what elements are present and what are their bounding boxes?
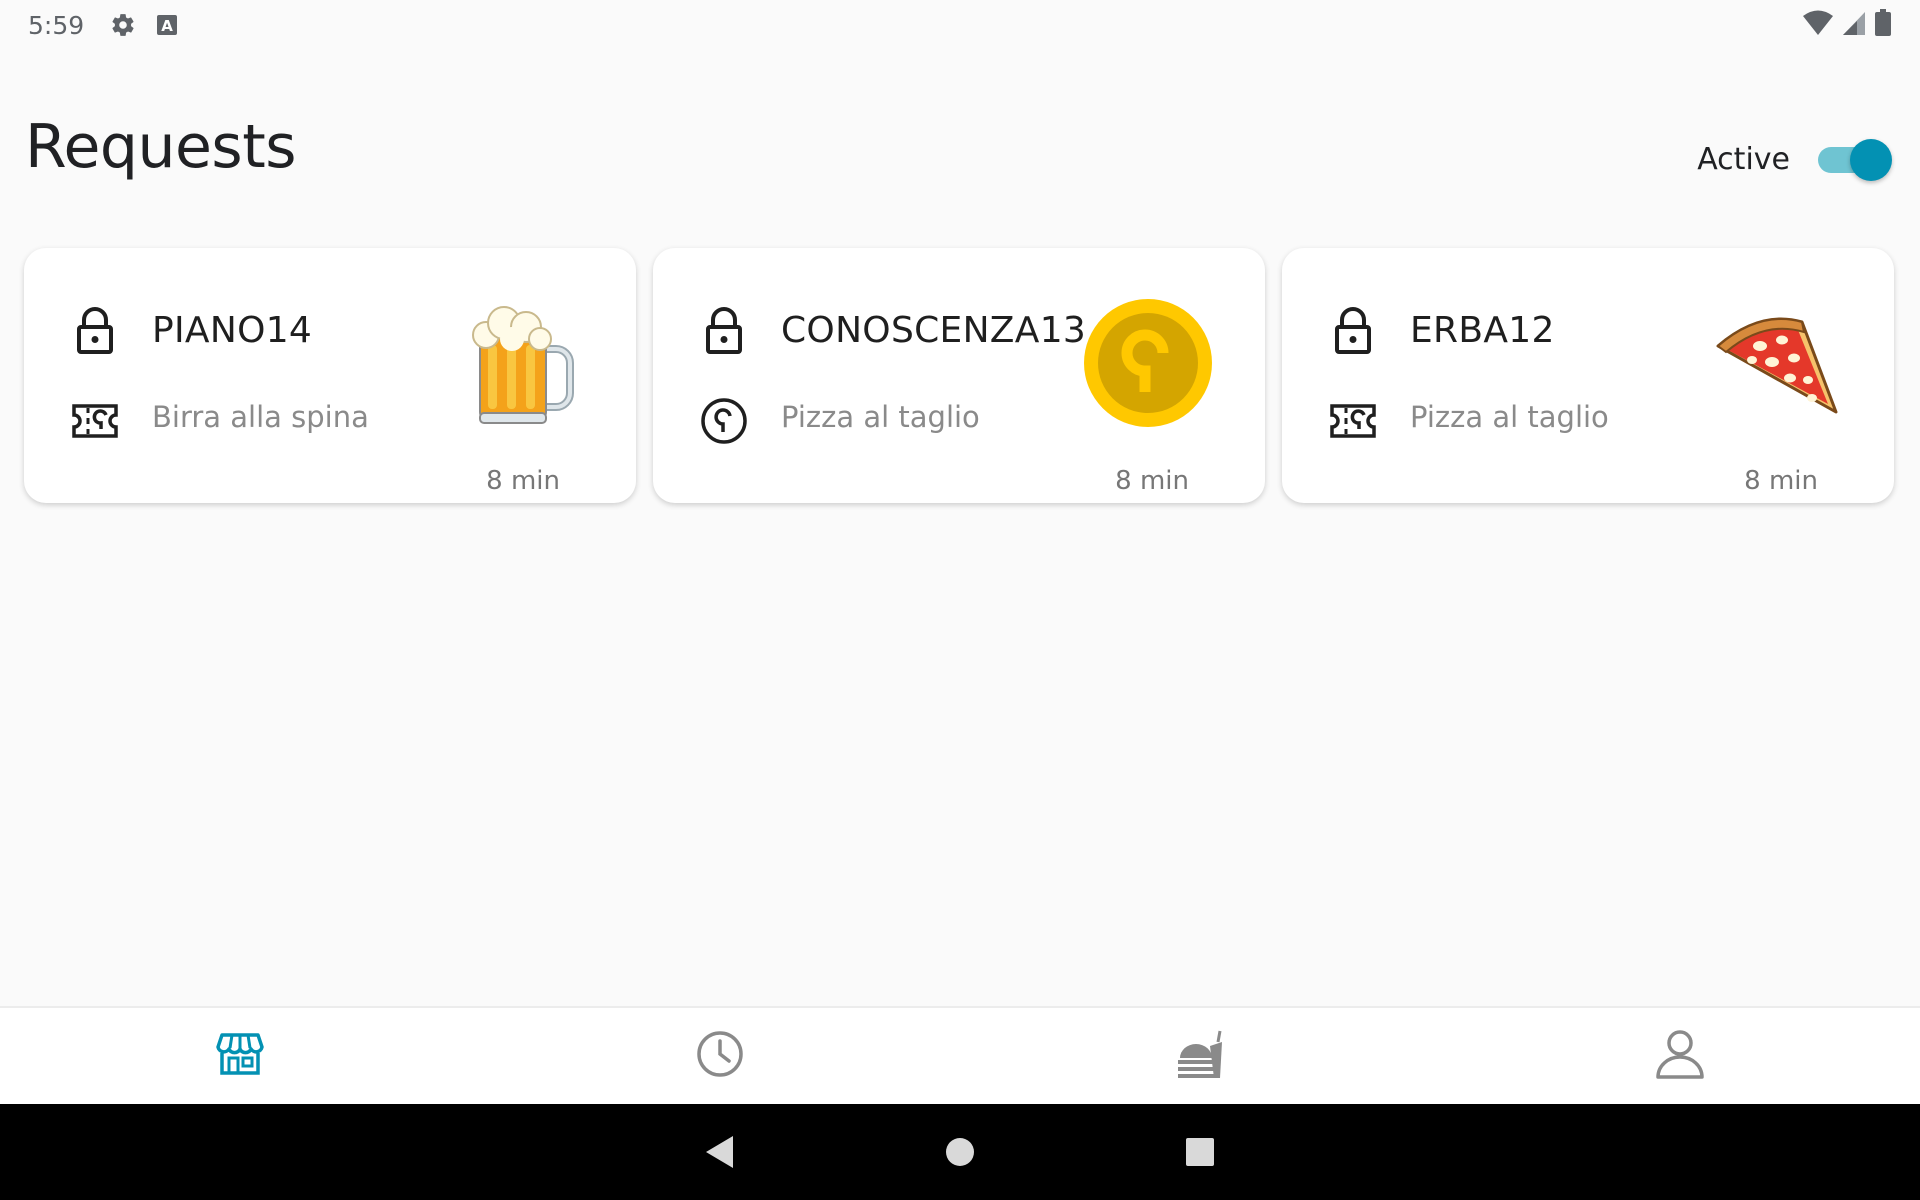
wifi-icon	[1802, 10, 1834, 40]
lock-icon	[1330, 306, 1376, 356]
page-title: Requests	[25, 112, 296, 182]
request-card[interactable]: CONOSCENZA13 Pizza al taglio 8 min	[653, 248, 1265, 503]
request-code: ERBA12	[1410, 310, 1555, 351]
request-card[interactable]: ERBA12 Pizza al taglio 8 min	[1282, 248, 1894, 503]
nav-item-profile[interactable]	[1440, 1008, 1920, 1104]
nav-item-store[interactable]	[0, 1008, 480, 1104]
svg-text:A: A	[161, 17, 173, 35]
request-code: CONOSCENZA13	[781, 310, 1087, 351]
back-icon[interactable]	[700, 1132, 740, 1172]
active-toggle[interactable]	[1816, 136, 1892, 182]
active-toggle-group: Active	[1697, 136, 1892, 182]
request-code: PIANO14	[152, 310, 313, 351]
status-right-icons	[1802, 9, 1892, 41]
bottom-nav	[0, 1006, 1920, 1104]
recents-icon[interactable]	[1180, 1132, 1220, 1172]
gold-coin-image	[1083, 298, 1213, 428]
pizza-slice-image	[1712, 298, 1842, 428]
request-time: 8 min	[1115, 466, 1189, 496]
cell-signal-icon	[1842, 10, 1866, 40]
clock-icon	[696, 1030, 744, 1082]
ticket-icon	[1328, 396, 1378, 446]
status-time: 5:59	[28, 10, 85, 40]
beer-mug-image	[454, 298, 584, 428]
ticket-icon	[70, 396, 120, 446]
toggle-thumb[interactable]	[1850, 139, 1892, 181]
food-icon	[1176, 1030, 1224, 1082]
request-time: 8 min	[1744, 466, 1818, 496]
person-icon	[1655, 1029, 1705, 1083]
battery-icon	[1874, 9, 1892, 41]
product-name: Pizza al taglio	[1410, 400, 1609, 434]
product-name: Pizza al taglio	[781, 400, 980, 434]
nav-item-history[interactable]	[480, 1008, 960, 1104]
request-time: 8 min	[486, 466, 560, 496]
product-name: Birra alla spina	[152, 400, 369, 434]
status-bar: 5:59 A	[0, 0, 1920, 50]
request-card-list: PIANO14 Birra alla spina 8 min CONOSCENZ…	[24, 248, 1894, 503]
home-icon[interactable]	[940, 1132, 980, 1172]
keyboard-a-icon: A	[152, 10, 182, 40]
active-label: Active	[1697, 141, 1790, 177]
lock-icon	[72, 306, 118, 356]
gear-icon	[108, 10, 138, 40]
coin-icon	[699, 396, 749, 446]
lock-icon	[701, 306, 747, 356]
system-nav-bar	[0, 1104, 1920, 1200]
request-card[interactable]: PIANO14 Birra alla spina 8 min	[24, 248, 636, 503]
store-icon	[216, 1032, 264, 1080]
nav-item-menu[interactable]	[960, 1008, 1440, 1104]
